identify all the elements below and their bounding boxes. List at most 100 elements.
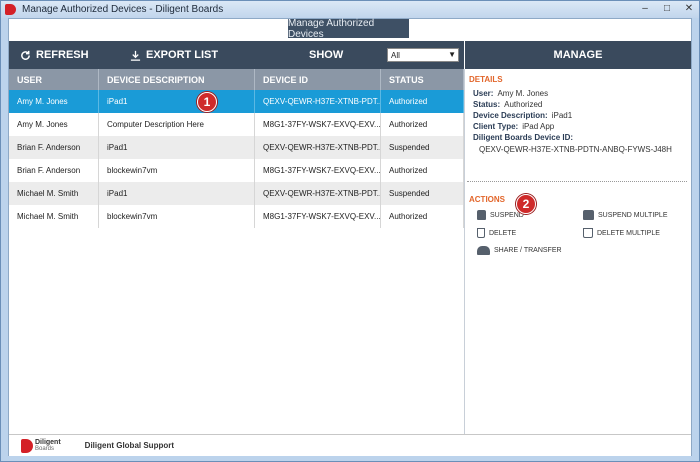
column-device-description[interactable]: DEVICE DESCRIPTION bbox=[99, 69, 255, 90]
users-icon bbox=[477, 246, 490, 255]
cell-user: Amy M. Jones bbox=[9, 90, 99, 113]
diligent-logo-icon bbox=[21, 438, 33, 453]
chevron-down-icon: ▼ bbox=[448, 50, 456, 59]
table-row[interactable]: Michael M. Smith iPad1 QEXV-QEWR-H37E-XT… bbox=[9, 182, 464, 205]
detail-user-value: Amy M. Jones bbox=[497, 89, 549, 98]
table-row[interactable]: Michael M. Smith blockewin7vm M8G1-37FY-… bbox=[9, 205, 464, 228]
suspend-multiple-label: SUSPEND MULTIPLE bbox=[598, 211, 668, 219]
manage-header: MANAGE bbox=[465, 41, 691, 69]
table-header: USER DEVICE DESCRIPTION DEVICE ID STATUS bbox=[9, 69, 464, 90]
callout-badge-1: 1 bbox=[197, 92, 217, 112]
cell-status: Authorized bbox=[381, 90, 464, 113]
cell-status: Authorized bbox=[381, 205, 464, 228]
lock-icon bbox=[477, 210, 486, 220]
suspend-multiple-button[interactable]: SUSPEND MULTIPLE bbox=[583, 210, 668, 220]
detail-status-label: Status: bbox=[473, 100, 501, 109]
detail-client-value: iPad App bbox=[522, 122, 555, 131]
app-logo-icon bbox=[5, 4, 16, 15]
cell-user: Amy M. Jones bbox=[9, 113, 99, 136]
diligent-logo: Diligent Boards bbox=[21, 438, 61, 453]
actions-section: ACTIONS SUSPEND SUSPEND MULTIPLE DELETE … bbox=[469, 195, 691, 255]
delete-label: DELETE bbox=[489, 229, 517, 237]
table-row[interactable]: Amy M. Jones iPad1 QEXV-QEWR-H37E-XTNB-P… bbox=[9, 90, 464, 113]
logo-name: Diligent bbox=[35, 438, 61, 446]
cell-device-id: M8G1-37FY-WSK7-EXVQ-EXV... bbox=[255, 205, 381, 228]
table-row[interactable]: Amy M. Jones Computer Description Here M… bbox=[9, 113, 464, 136]
detail-description-value: iPad1 bbox=[551, 111, 573, 120]
cell-description: iPad1 bbox=[99, 136, 255, 159]
app-window: Manage Authorized Devices - Diligent Boa… bbox=[0, 0, 700, 462]
detail-description-label: Device Description: bbox=[473, 111, 548, 120]
detail-device-id: Diligent Boards Device ID: bbox=[469, 132, 691, 143]
global-support-link[interactable]: Diligent Global Support bbox=[85, 441, 174, 450]
detail-user-label: User: bbox=[473, 89, 494, 98]
cell-description: iPad1 bbox=[99, 182, 255, 205]
detail-client-label: Client Type: bbox=[473, 122, 519, 131]
detail-client-type: Client Type: iPad App bbox=[469, 121, 691, 132]
window-title: Manage Authorized Devices - Diligent Boa… bbox=[22, 4, 224, 15]
table-row[interactable]: Brian F. Anderson blockewin7vm M8G1-37FY… bbox=[9, 159, 464, 182]
delete-multiple-button[interactable]: DELETE MULTIPLE bbox=[583, 228, 660, 238]
cell-user: Brian F. Anderson bbox=[9, 136, 99, 159]
details-title: DETAILS bbox=[469, 75, 503, 84]
page-title: Manage Authorized Devices bbox=[288, 18, 409, 40]
export-label: EXPORT LIST bbox=[146, 49, 219, 61]
delete-multiple-label: DELETE MULTIPLE bbox=[597, 229, 660, 237]
cell-status: Suspended bbox=[381, 182, 464, 205]
show-label: SHOW bbox=[309, 49, 344, 61]
detail-device-id-label: Diligent Boards Device ID: bbox=[473, 133, 574, 142]
share-transfer-button[interactable]: SHARE / TRANSFER bbox=[477, 246, 562, 255]
column-user[interactable]: USER bbox=[9, 69, 99, 90]
cell-description: iPad1 bbox=[99, 90, 255, 113]
devices-table: USER DEVICE DESCRIPTION DEVICE ID STATUS… bbox=[9, 69, 464, 228]
lock-multiple-icon bbox=[583, 210, 594, 220]
share-transfer-label: SHARE / TRANSFER bbox=[494, 247, 562, 254]
title-bar: Manage Authorized Devices - Diligent Boa… bbox=[1, 1, 699, 18]
header-strip: Manage Authorized Devices bbox=[9, 18, 691, 41]
detail-user: User: Amy M. Jones bbox=[469, 88, 691, 99]
detail-status: Status: Authorized bbox=[469, 99, 691, 110]
cell-user: Brian F. Anderson bbox=[9, 159, 99, 182]
trash-multiple-icon bbox=[583, 228, 593, 238]
cell-device-id: M8G1-37FY-WSK7-EXVQ-EXV... bbox=[255, 159, 381, 182]
trash-icon bbox=[477, 228, 485, 238]
show-filter-select[interactable]: All ▼ bbox=[387, 48, 459, 62]
cell-description: blockewin7vm bbox=[99, 205, 255, 228]
refresh-icon bbox=[21, 50, 30, 60]
export-list-button[interactable]: EXPORT LIST bbox=[130, 41, 218, 69]
cell-device-id: QEXV-QEWR-H37E-XTNB-PDT... bbox=[255, 90, 381, 113]
suspend-button[interactable]: SUSPEND bbox=[477, 210, 524, 220]
actions-title: ACTIONS bbox=[469, 195, 505, 204]
devices-toolbar: REFRESH EXPORT LIST SHOW All ▼ bbox=[9, 41, 464, 69]
cell-description: blockewin7vm bbox=[99, 159, 255, 182]
download-icon bbox=[130, 50, 141, 61]
logo-sub: Boards bbox=[35, 445, 55, 452]
footer: Diligent Boards Diligent Global Support bbox=[9, 434, 691, 456]
refresh-button[interactable]: REFRESH bbox=[20, 41, 89, 69]
close-icon[interactable]: ✕ bbox=[683, 3, 695, 15]
section-divider bbox=[467, 181, 687, 182]
detail-device-id-value: QEXV-QEWR-H37E-XTNB-PDTN-ANBQ-FYWS-J48H bbox=[479, 145, 672, 154]
suspend-label: SUSPEND bbox=[490, 211, 524, 219]
cell-status: Authorized bbox=[381, 159, 464, 182]
maximize-icon[interactable]: □ bbox=[661, 3, 673, 15]
window-controls: – □ ✕ bbox=[639, 3, 695, 15]
detail-status-value: Authorized bbox=[504, 100, 543, 109]
cell-device-id: M8G1-37FY-WSK7-EXVQ-EXV... bbox=[255, 113, 381, 136]
cell-user: Michael M. Smith bbox=[9, 205, 99, 228]
delete-button[interactable]: DELETE bbox=[477, 228, 516, 238]
main-content: Manage Authorized Devices REFRESH EXPORT… bbox=[8, 18, 692, 456]
callout-badge-2: 2 bbox=[516, 194, 536, 214]
column-device-id[interactable]: DEVICE ID bbox=[255, 69, 381, 90]
detail-description: Device Description: iPad1 bbox=[469, 110, 691, 121]
column-status[interactable]: STATUS bbox=[381, 69, 464, 90]
cell-status: Suspended bbox=[381, 136, 464, 159]
cell-description: Computer Description Here bbox=[99, 113, 255, 136]
cell-status: Authorized bbox=[381, 113, 464, 136]
manage-panel: DETAILS User: Amy M. Jones Status: Authori… bbox=[465, 69, 691, 255]
table-row[interactable]: Brian F. Anderson iPad1 QEXV-QEWR-H37E-X… bbox=[9, 136, 464, 159]
show-filter-value: All bbox=[391, 50, 400, 60]
cell-user: Michael M. Smith bbox=[9, 182, 99, 205]
minimize-icon[interactable]: – bbox=[639, 3, 651, 15]
details-list: User: Amy M. Jones Status: Authorized Devi… bbox=[469, 88, 691, 155]
